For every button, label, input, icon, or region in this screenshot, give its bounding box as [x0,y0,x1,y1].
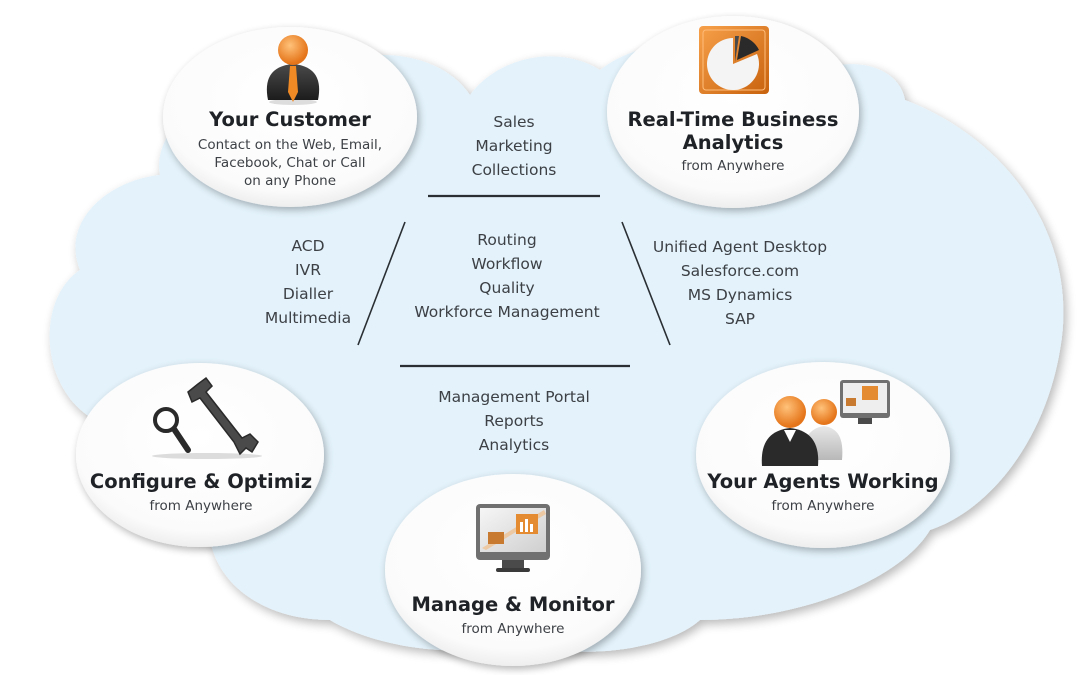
group-item: Management Portal [438,388,590,406]
group-item: SAP [724,310,756,328]
node-your-agents-working: Your Agents Working from Anywhere [696,470,950,520]
person-icon [266,35,320,105]
group-item: Sales [493,113,535,131]
group-item: Multimedia [264,309,352,327]
group-item: ACD [291,237,325,255]
node-configure-optimize: Configure & Optimiz from Anywhere [76,470,326,520]
node-subtitle: from Anywhere [149,498,253,514]
wrench-magnifier-icon [152,376,262,459]
node-your-customer: Your Customer Contact on the Web, Email,… [163,108,417,189]
wrench-icon [187,376,259,456]
group-bottom-management: Management Portal Reports Analytics [404,385,624,457]
node-line: Facebook, Chat or Call [214,155,366,171]
group-item: Marketing [475,137,553,155]
group-right-integrations: Unified Agent Desktop Salesforce.com MS … [630,235,850,331]
node-real-time-analytics: Real-Time Business Analytics from Anywhe… [607,108,859,178]
node-line: Contact on the Web, Email, [197,137,383,153]
group-top-sales: Sales Marketing Collections [414,110,614,182]
contact-center-cloud-diagram: Your Customer Contact on the Web, Email,… [0,0,1080,675]
group-item: Routing [477,231,537,249]
group-item: Workflow [471,255,543,273]
group-item: Analytics [478,436,550,454]
group-center-routing: Routing Workflow Quality Workforce Manag… [397,228,617,324]
agents-monitor-icon [761,380,890,466]
node-title: Analytics [682,131,784,154]
monitor-chart-icon [476,504,550,572]
node-title: Your Agents Working [707,470,939,493]
node-subtitle: from Anywhere [461,621,565,637]
group-item: Workforce Management [414,303,600,321]
pie-chart-icon [699,26,769,94]
group-item: Collections [471,161,557,179]
group-item: Dialler [282,285,334,303]
group-item: Quality [479,279,535,297]
node-subtitle: from Anywhere [771,498,875,514]
group-item: Reports [484,412,544,430]
node-title: Your Customer [209,108,371,131]
magnifier-icon [153,407,191,453]
node-manage-monitor: Manage & Monitor from Anywhere [385,593,641,643]
group-left-acd: ACD IVR Dialler Multimedia [213,234,403,330]
node-title: Configure & Optimiz [89,470,313,493]
node-subtitle: from Anywhere [681,158,785,174]
group-item: IVR [295,261,321,279]
node-line: on any Phone [243,173,337,189]
node-title: Manage & Monitor [411,593,615,616]
group-item: Salesforce.com [680,262,800,280]
node-title: Real-Time Business [627,108,839,131]
group-item: MS Dynamics [687,286,793,304]
group-item: Unified Agent Desktop [652,238,828,256]
